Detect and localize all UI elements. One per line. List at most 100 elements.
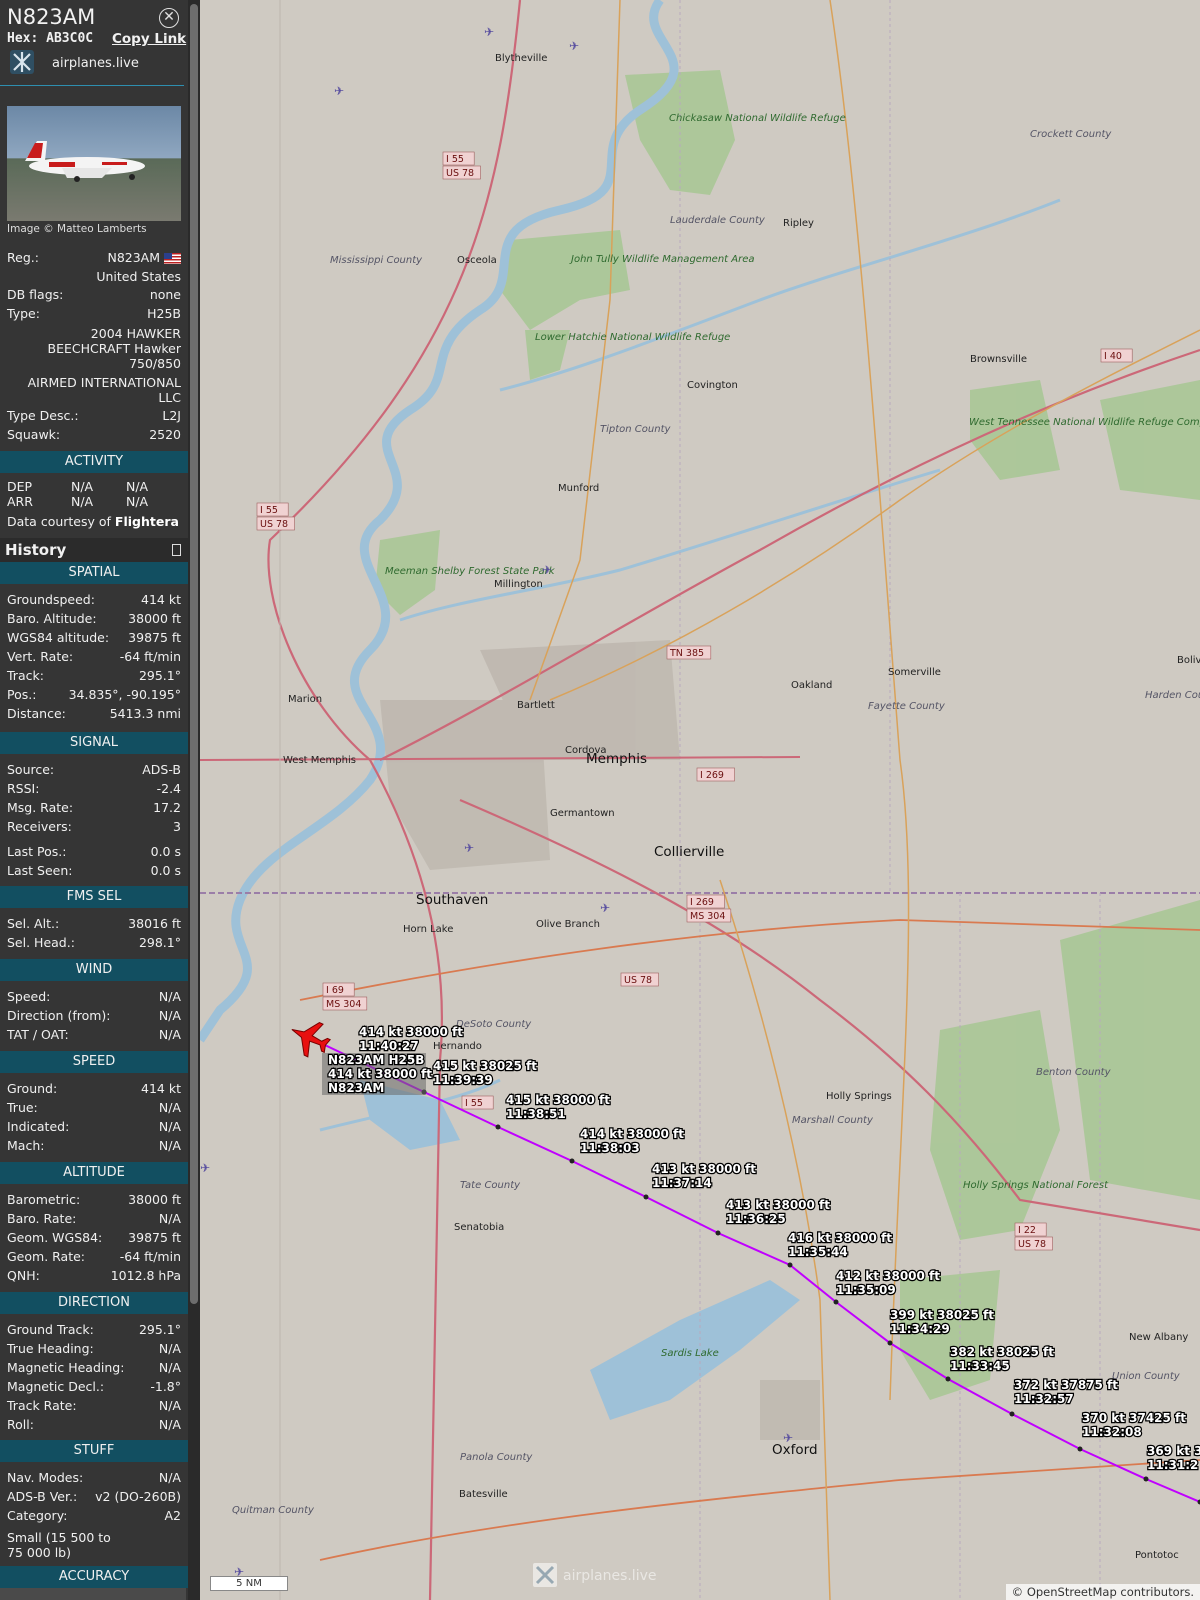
aircraft-info-sidebar: N823AM ✕ Hex: AB3C0C Copy Link airplanes… (0, 0, 188, 1600)
track-label-time: 11:36:25 (726, 1212, 786, 1226)
track-point[interactable] (787, 1262, 793, 1268)
speed-row: Mach: N/A (7, 1137, 181, 1155)
track-label-speed-alt: 413 kt 38000 ft (652, 1162, 756, 1176)
typedesc-label: Type Desc.: (7, 408, 79, 423)
airport-icon[interactable]: ✈ (464, 841, 474, 855)
track-point[interactable] (833, 1299, 839, 1305)
hex-label: Hex: (7, 31, 39, 46)
direction-row: Magnetic Decl.: -1.8° (7, 1378, 181, 1396)
altitude-value: 38000 ft (128, 1192, 181, 1207)
reg-row: Reg.: N823AM (7, 249, 181, 267)
spatial-header: SPATIAL (0, 562, 188, 584)
spatial-value: -64 ft/min (119, 649, 181, 664)
track-label-speed-alt: 416 kt 38000 ft (788, 1231, 892, 1245)
track-label-speed-alt: 414 kt 38000 ft (359, 1025, 463, 1039)
town-label: New Albany (1129, 1332, 1188, 1343)
close-icon[interactable]: ✕ (159, 8, 179, 28)
horizontal-scrollbar[interactable] (0, 1588, 186, 1600)
track-point[interactable] (495, 1124, 501, 1130)
stuff-row: Nav. Modes: N/A (7, 1469, 181, 1487)
squawk-label: Squawk: (7, 427, 61, 442)
track-label-time: 11:37:14 (652, 1176, 712, 1190)
airport-icon[interactable]: ✈ (542, 563, 552, 577)
track-label-time: 11:38:03 (580, 1141, 640, 1155)
spatial-row: Vert. Rate: -64 ft/min (7, 648, 181, 666)
track-point[interactable] (1143, 1476, 1149, 1482)
spatial-row: Track: 295.1° (7, 667, 181, 685)
aircraft-photo[interactable] (7, 106, 181, 221)
airplanes-live-logo-icon[interactable] (10, 50, 34, 74)
direction-value: N/A (158, 1341, 181, 1356)
stuff-value: N/A (158, 1470, 181, 1485)
airport-icon[interactable]: ✈ (600, 901, 610, 915)
copy-link-button[interactable]: Copy Link (112, 31, 186, 47)
stuff-row: Category: A2 (7, 1507, 181, 1525)
source-link[interactable]: airplanes.live (52, 56, 139, 71)
typedesc-row: Type Desc.: L2J (7, 407, 181, 425)
airport-icon[interactable]: ✈ (783, 1431, 793, 1445)
track-label-time: 11:39:39 (433, 1073, 493, 1087)
history-toggle[interactable]: History (0, 538, 188, 562)
signal-row: Last Seen: 0.0 s (7, 862, 181, 880)
arr-row: ARR N/A N/A (7, 494, 148, 509)
activity-header: ACTIVITY (0, 451, 188, 473)
spatial-row: Pos.: 34.835°, -90.195° (7, 686, 181, 704)
squawk-value: 2520 (149, 427, 181, 442)
road-shield-label: TN 385 (669, 648, 704, 659)
town-label: Osceola (457, 255, 497, 266)
town-label: Oxford (772, 1442, 818, 1458)
town-label: Marion (288, 694, 322, 705)
map-attribution[interactable]: © OpenStreetMap contributors. (1005, 1584, 1200, 1600)
town-label: Germantown (550, 808, 615, 819)
signal-label: Source: (7, 762, 55, 777)
model-line-2: BEECHCRAFT Hawker (47, 341, 181, 356)
fms-value: 38016 ft (128, 916, 181, 931)
altitude-row: Baro. Rate: N/A (7, 1210, 181, 1228)
direction-row: Track Rate: N/A (7, 1397, 181, 1415)
fms-label: Sel. Head.: (7, 935, 75, 950)
airport-icon[interactable]: ✈ (484, 25, 494, 39)
county-label: Marshall County (792, 1115, 874, 1126)
watermark-text: airplanes.live (563, 1568, 657, 1584)
track-point[interactable] (945, 1376, 951, 1382)
model-line-1: 2004 HAWKER (90, 326, 181, 341)
speed-value: N/A (158, 1100, 181, 1115)
town-label: Ripley (783, 218, 814, 229)
country: United States (96, 269, 181, 284)
road-shield-label: I 22 (1018, 1225, 1036, 1236)
airport-icon[interactable]: ✈ (200, 1161, 210, 1175)
hex-value: AB3C0C (46, 31, 94, 46)
road-shield-label: US 78 (446, 168, 474, 179)
airport-icon[interactable]: ✈ (334, 84, 344, 98)
county-label: Panola County (460, 1452, 533, 1463)
aircraft-label: 414 kt 38000 ft (328, 1067, 432, 1081)
owner-line-1: AIRMED INTERNATIONAL (27, 375, 181, 390)
scrollbar-thumb[interactable] (190, 4, 198, 1304)
speed-label: Indicated: (7, 1119, 70, 1134)
direction-value: -1.8° (150, 1379, 181, 1394)
airport-icon[interactable]: ✈ (569, 39, 579, 53)
map-view[interactable]: I 55 US 78 I 55 US 78 TN 385 I 269 I 269 MS 304… (200, 0, 1200, 1600)
track-point[interactable] (643, 1194, 649, 1200)
signal-label: Last Pos.: (7, 844, 67, 859)
flightera-link[interactable]: Flightera (115, 514, 179, 529)
town-label: Pontotoc (1135, 1550, 1179, 1561)
collapse-icon[interactable] (172, 544, 181, 556)
track-label-speed-alt: 415 kt 38025 ft (433, 1059, 537, 1073)
history-title: History (5, 541, 67, 559)
track-point[interactable] (569, 1158, 575, 1164)
map-canvas[interactable]: I 55 US 78 I 55 US 78 TN 385 I 269 I 269 MS 304… (200, 0, 1200, 1600)
track-label-speed-alt: 414 kt 38000 ft (580, 1127, 684, 1141)
fms-label: Sel. Alt.: (7, 916, 60, 931)
direction-label: Magnetic Decl.: (7, 1379, 105, 1394)
track-point[interactable] (715, 1230, 721, 1236)
track-point[interactable] (887, 1340, 893, 1346)
county-label: Lauderdale County (670, 215, 766, 226)
track-point[interactable] (1077, 1446, 1083, 1452)
fms-value: 298.1° (138, 935, 181, 950)
town-label: Horn Lake (403, 924, 453, 935)
track-label-speed-alt: 412 kt 38000 ft (836, 1269, 940, 1283)
track-point[interactable] (1009, 1411, 1015, 1417)
altitude-row: Geom. Rate: -64 ft/min (7, 1248, 181, 1266)
sidebar-scrollbar[interactable] (188, 0, 200, 1600)
